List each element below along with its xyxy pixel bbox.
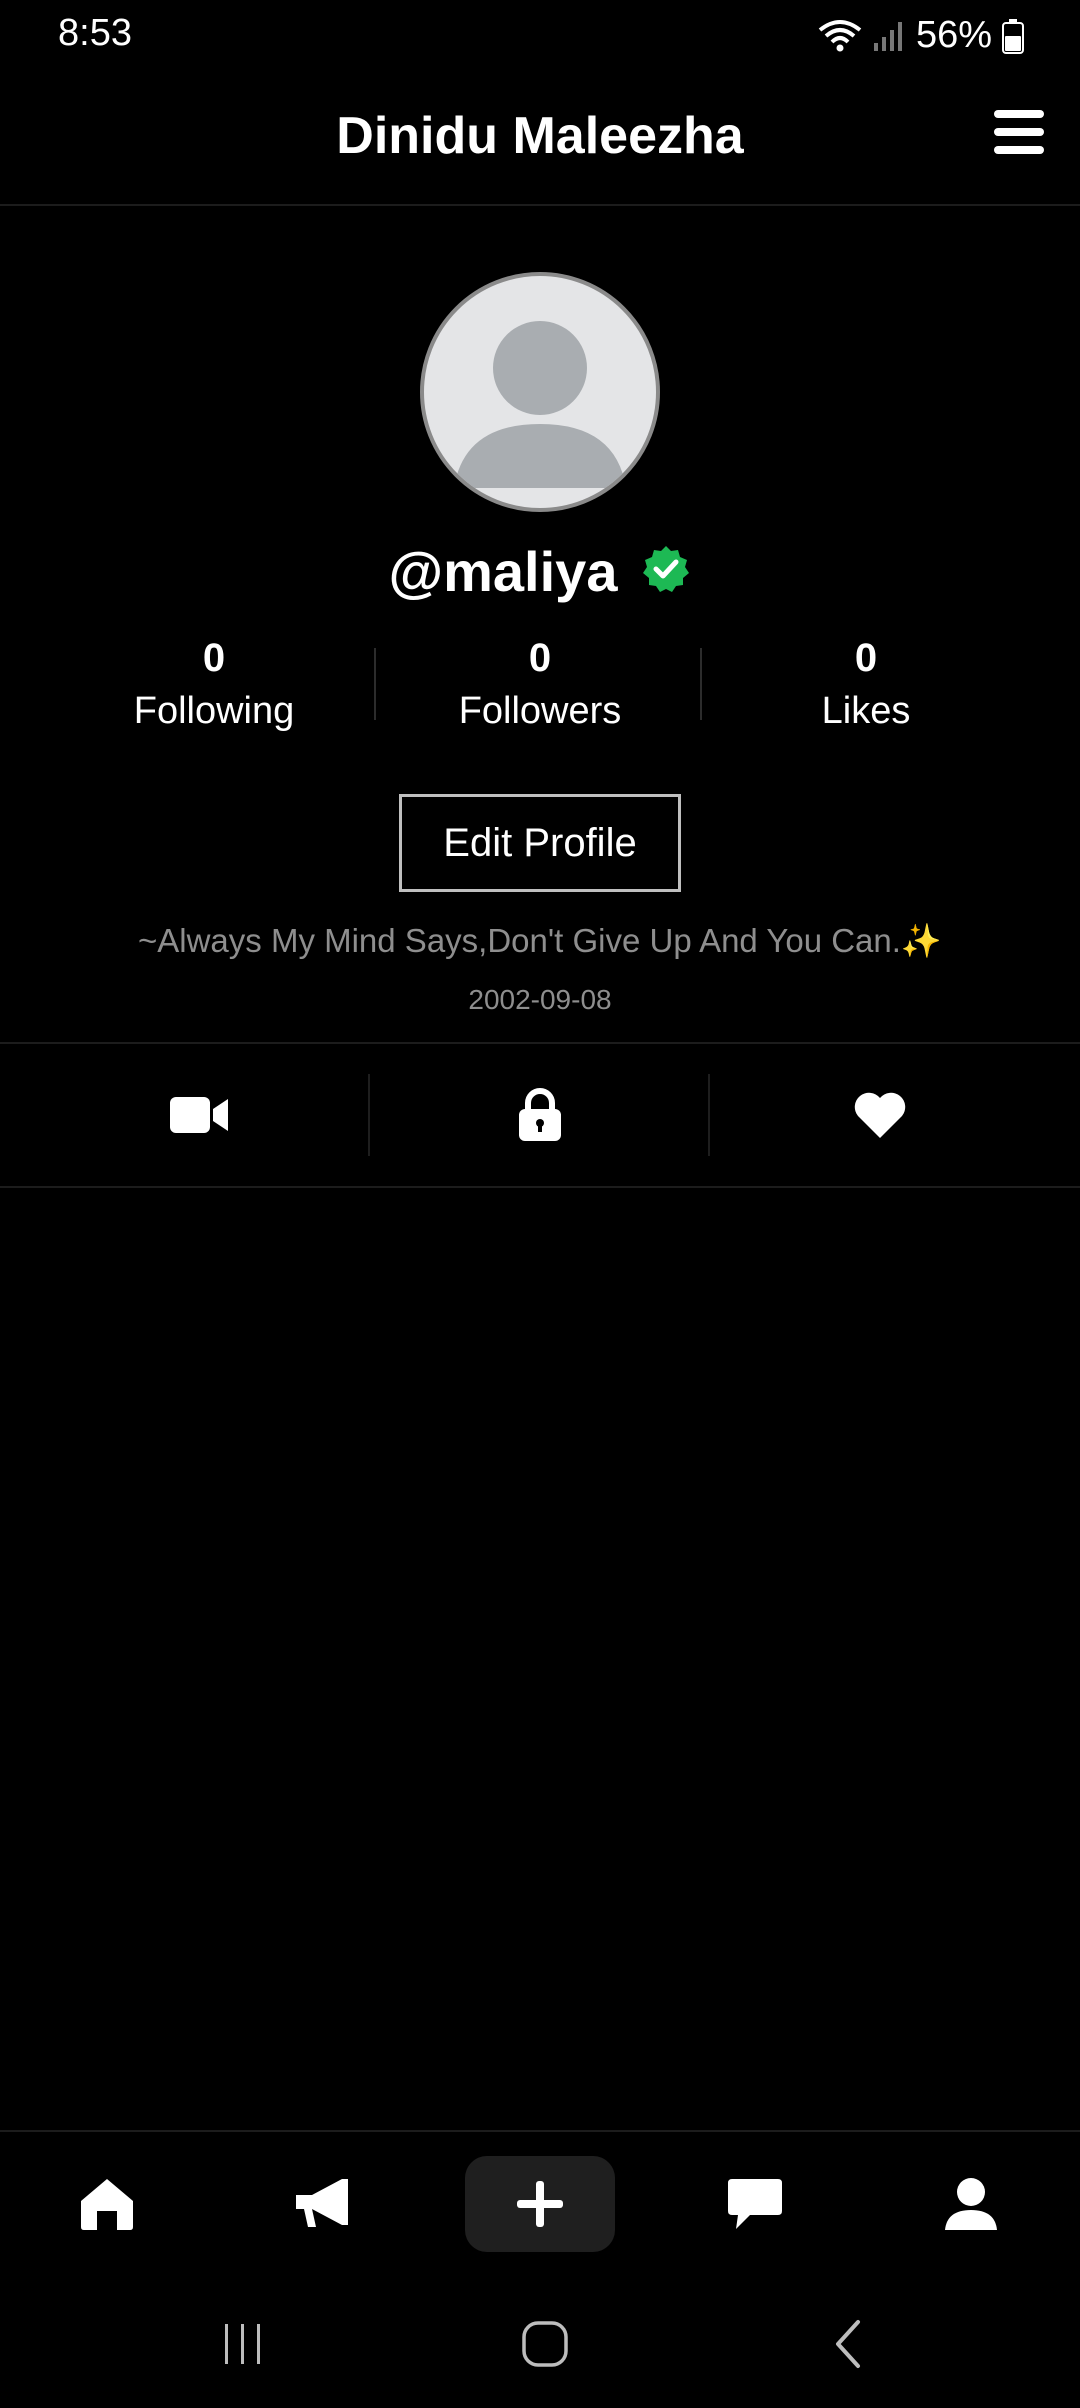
stat-label: Following — [133, 690, 295, 732]
back-button[interactable] — [808, 2314, 888, 2374]
default-avatar-icon — [454, 321, 626, 488]
tab-liked[interactable] — [710, 1044, 1050, 1186]
tab-videos[interactable] — [30, 1044, 370, 1186]
wifi-icon — [818, 18, 862, 54]
profile-bio: ~Always My Mind Says,Don't Give Up And Y… — [137, 922, 943, 959]
tab-private[interactable] — [370, 1044, 710, 1186]
battery-icon — [1002, 18, 1024, 54]
avatar[interactable] — [420, 272, 660, 512]
profile-stats: 0 Following 0 Followers 0 Likes — [0, 630, 1080, 740]
battery-percent: 56% — [915, 14, 992, 56]
stat-divider — [374, 648, 376, 720]
stat-value: 0 — [528, 636, 552, 680]
signal-icon — [872, 19, 906, 53]
stat-divider — [700, 648, 702, 720]
edit-profile-button[interactable]: Edit Profile — [399, 794, 681, 892]
user-icon — [945, 2178, 997, 2230]
username-row: @maliya — [0, 536, 1080, 606]
nav-home[interactable] — [32, 2156, 182, 2252]
plus-icon — [517, 2181, 563, 2227]
stat-label: Followers — [458, 690, 622, 732]
system-navigation — [0, 2274, 1080, 2408]
system-home-button[interactable] — [505, 2314, 585, 2374]
stat-value: 0 — [202, 636, 226, 680]
page-title: Dinidu Maleezha — [336, 107, 744, 165]
nav-announcements[interactable] — [248, 2156, 398, 2252]
nav-profile[interactable] — [896, 2156, 1046, 2252]
stat-following[interactable]: 0 Following — [64, 630, 364, 736]
profile-header: Dinidu Maleezha — [0, 72, 1080, 206]
back-icon — [836, 2320, 860, 2368]
profile-birthdate: 2002-09-08 — [468, 984, 612, 1015]
bottom-navigation — [0, 2130, 1080, 2274]
home-circle-icon — [522, 2321, 568, 2367]
status-time: 8:53 — [58, 12, 132, 54]
stat-value: 0 — [854, 636, 878, 680]
video-camera-icon — [170, 1097, 228, 1133]
nav-messages[interactable] — [680, 2156, 830, 2252]
recent-apps-button[interactable] — [203, 2314, 283, 2374]
status-bar: 8:53 56% — [0, 0, 1080, 72]
stat-label: Likes — [821, 690, 911, 732]
lock-icon — [519, 1088, 561, 1141]
stat-likes[interactable]: 0 Likes — [716, 630, 1016, 736]
home-icon — [81, 2179, 133, 2230]
verified-badge-icon — [641, 544, 691, 599]
recent-apps-icon — [225, 2324, 260, 2364]
status-icons: 56% — [818, 14, 1024, 57]
username: @maliya — [388, 539, 618, 603]
profile-tabs — [0, 1042, 1080, 1188]
chat-bubble-icon — [728, 2179, 782, 2229]
nav-create[interactable] — [465, 2156, 615, 2252]
hamburger-menu-icon[interactable] — [994, 104, 1044, 160]
stat-followers[interactable]: 0 Followers — [390, 630, 690, 736]
megaphone-icon — [296, 2179, 348, 2227]
heart-icon — [854, 1092, 906, 1138]
